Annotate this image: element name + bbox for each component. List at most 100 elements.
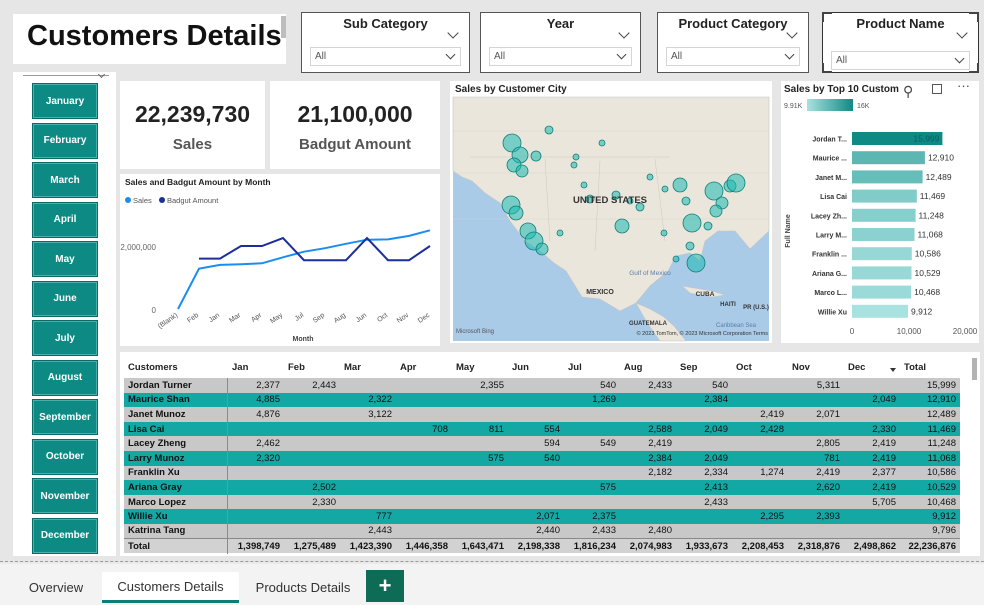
table-body: Jordan Turner 2,377 2,443 2,355 540 2,433 540 5… — [124, 378, 960, 554]
slicer-label: Product Name — [856, 16, 945, 31]
value-cell: 2,295 — [732, 509, 788, 524]
value-cell — [396, 523, 452, 539]
month-button-february[interactable]: February — [32, 122, 98, 159]
value-cell — [396, 407, 452, 422]
value-cell — [844, 523, 900, 539]
value-cell — [452, 392, 508, 408]
map-visual: UNITED STATES MEXICO Gulf of Mexico CUBA… — [452, 96, 770, 342]
x-tick-label: 10,000 — [897, 327, 922, 336]
value-cell — [788, 392, 844, 408]
column-header[interactable]: Total — [900, 356, 960, 378]
month-button-may[interactable]: May — [32, 241, 98, 277]
value-cell: 2,384 — [676, 392, 732, 408]
month-button-november[interactable]: November — [32, 478, 98, 514]
column-header[interactable]: Dec — [844, 356, 900, 378]
x-tick-label: (Blank) — [157, 312, 179, 330]
sort-desc-icon[interactable] — [890, 368, 896, 372]
chevron-down-icon[interactable] — [97, 70, 106, 79]
table-row[interactable]: Janet Munoz 4,876 3,122 2,419 2,071 12,489 — [124, 407, 960, 422]
bar — [852, 285, 912, 299]
month-slicer: January February March April May June July Augu… — [13, 70, 116, 556]
line-chart-card[interactable]: Sales and Badgut Amount by Month Sales B… — [120, 174, 440, 346]
column-header[interactable]: Customers — [124, 356, 228, 378]
slicer-product-category[interactable]: Product Category All — [657, 12, 809, 73]
tab-customers-details[interactable]: Customers Details — [102, 572, 239, 603]
value-cell: 2,393 — [788, 509, 844, 524]
total-value-cell: 1,398,749 — [228, 538, 284, 554]
chevron-down-icon — [616, 49, 627, 60]
column-header[interactable]: Jul — [564, 356, 620, 378]
total-value-cell: 22,236,876 — [900, 538, 960, 554]
table-row[interactable]: Jordan Turner 2,377 2,443 2,355 540 2,433 540 5… — [124, 378, 960, 393]
category-label: Maurice ... — [813, 156, 847, 163]
value-cell: 2,049 — [676, 421, 732, 437]
kpi-value: 22,239,730 — [134, 101, 251, 127]
customers-matrix[interactable]: Customers Jan Feb Mar Apr May Jun Jul Aug Sep Oct N… — [120, 352, 980, 556]
value-cell — [508, 378, 564, 393]
slicer-dropdown[interactable]: All — [489, 47, 632, 66]
value-cell: 2,480 — [620, 523, 676, 539]
column-header[interactable]: Mar — [340, 356, 396, 378]
column-header[interactable]: May — [452, 356, 508, 378]
total-value-cell: 1,446,358 — [396, 538, 452, 554]
column-header[interactable]: Jan — [228, 356, 284, 378]
column-header[interactable]: Sep — [676, 356, 732, 378]
table-row[interactable]: Marco Lopez 2,330 2,433 5,705 10,468 — [124, 494, 960, 510]
table-row[interactable]: Maurice Shan 4,885 2,322 1,269 2,384 2,049 12,… — [124, 392, 960, 408]
value-cell: 2,433 — [620, 378, 676, 393]
value-cell — [508, 480, 564, 495]
tab-overview[interactable]: Overview — [12, 572, 100, 603]
table-scrollbar[interactable] — [972, 358, 977, 380]
column-header[interactable]: Aug — [620, 356, 676, 378]
slicer-sub-category[interactable]: Sub Category All — [301, 12, 470, 73]
month-button-october[interactable]: October — [32, 438, 98, 475]
table-row[interactable]: Willie Xu 777 2,071 2,375 2,295 2,393 9,912 — [124, 509, 960, 524]
bar — [852, 266, 912, 280]
column-header[interactable]: Jun — [508, 356, 564, 378]
table-row[interactable]: Katrina Tang 2,443 2,440 2,433 2,480 9,796 — [124, 523, 960, 539]
slicer-dropdown[interactable]: All — [666, 47, 800, 66]
bar — [852, 151, 925, 165]
map-label-haiti: HAITI — [720, 302, 736, 308]
tab-products-details[interactable]: Products Details — [242, 572, 364, 603]
slicer-dropdown[interactable]: All — [831, 51, 970, 70]
value-cell — [564, 421, 620, 437]
legend-min: 9.91K — [784, 103, 803, 110]
month-button-january[interactable]: January — [32, 83, 98, 119]
table-row[interactable]: Larry Munoz 2,320 575 540 2,384 2,049 781 2,419… — [124, 450, 960, 466]
table-row[interactable]: Lacey Zheng 2,462 594 549 2,419 2,805 2,419 11,… — [124, 436, 960, 451]
month-button-august[interactable]: August — [32, 359, 98, 396]
column-header[interactable]: Oct — [732, 356, 788, 378]
table-row[interactable]: Lisa Cai 708 811 554 2,588 2,049 2,428 2,330 11,… — [124, 421, 960, 437]
value-cell — [452, 480, 508, 495]
slicer-product-name[interactable]: Product Name All — [822, 12, 979, 73]
slicer-value: All — [315, 51, 327, 62]
value-cell — [396, 465, 452, 481]
add-page-button[interactable]: + — [366, 570, 404, 602]
table-row[interactable]: Franklin Xu 2,182 2,334 1,274 2,419 2,377 10,5… — [124, 465, 960, 481]
column-header[interactable]: Nov — [788, 356, 844, 378]
top10-bar-card[interactable]: Sales by Top 10 Custom ⚲ ··· 9.91K 16K F… — [781, 78, 979, 343]
slicer-dropdown[interactable]: All — [310, 47, 461, 66]
total-value-cell: 2,208,453 — [732, 538, 788, 554]
total-value-cell: 2,198,338 — [508, 538, 564, 554]
value-cell: 10,529 — [900, 480, 960, 495]
column-header[interactable]: Apr — [396, 356, 452, 378]
slicer-year[interactable]: Year All — [480, 12, 641, 73]
month-button-july[interactable]: July — [32, 320, 98, 356]
map-card[interactable]: Sales by Customer City UNITED STATES MEX… — [450, 81, 772, 343]
value-cell — [564, 494, 620, 510]
month-button-june[interactable]: June — [32, 280, 98, 317]
value-cell — [564, 450, 620, 466]
bar — [852, 189, 917, 203]
value-cell: 2,049 — [676, 450, 732, 466]
map-label-pr: PR (U.S.) — [743, 305, 769, 311]
column-header[interactable]: Feb — [284, 356, 340, 378]
month-button-september[interactable]: September — [32, 399, 98, 435]
table-row[interactable]: Ariana Gray 2,502 575 2,413 2,620 2,419 10,529 — [124, 480, 960, 495]
month-button-march[interactable]: March — [32, 162, 98, 198]
legend-gradient — [807, 99, 853, 111]
month-button-december[interactable]: December — [32, 517, 98, 554]
total-value-cell: 1,423,390 — [340, 538, 396, 554]
month-button-april[interactable]: April — [32, 201, 98, 238]
